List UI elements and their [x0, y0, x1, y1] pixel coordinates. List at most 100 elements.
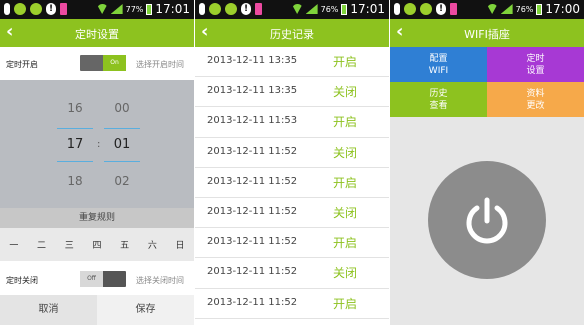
record-state: 开启: [333, 175, 358, 190]
status-time: 17:00: [545, 2, 580, 16]
list-item[interactable]: 2013-12-11 13:35 关闭: [195, 77, 389, 108]
usb-icon: [4, 3, 10, 15]
history-screen: ! 76% 17:01 ‹ 历史记录 2013-12-11 13:35 开启 2…: [195, 0, 389, 325]
hour-option[interactable]: 16: [57, 101, 93, 115]
page-title: 历史记录: [270, 28, 314, 41]
menu-tiles: 配置 WIFI 定时 设置 历史 查看 资料 更改: [390, 47, 584, 117]
day-wednesday[interactable]: 三: [59, 238, 79, 251]
select-on-time-hint[interactable]: 选择开启时间: [136, 59, 184, 70]
cancel-button[interactable]: 取消: [0, 295, 97, 325]
record-state: 开启: [333, 115, 358, 130]
alert-icon: !: [241, 3, 251, 15]
signal-icon: [500, 4, 513, 14]
hour-option[interactable]: 18: [57, 174, 93, 188]
app-icon: [209, 3, 221, 15]
tile-label: 配置: [429, 53, 448, 64]
tile-label: 查看: [429, 100, 448, 111]
list-item[interactable]: 2013-12-11 11:52 开启: [195, 167, 389, 198]
notification-icon: [450, 3, 457, 15]
day-tuesday[interactable]: 二: [32, 238, 52, 251]
status-bar: ! 76% 17:00: [390, 0, 584, 19]
record-datetime: 2013-12-11 11:52: [207, 266, 298, 278]
tile-label: WIFI: [428, 65, 449, 76]
battery-percent: 76%: [320, 4, 339, 14]
record-datetime: 2013-12-11 13:35: [207, 55, 298, 66]
view-history-tile[interactable]: 历史 查看: [390, 82, 487, 117]
page-title: 定时设置: [75, 28, 119, 41]
record-datetime: 2013-12-11 11:53: [207, 115, 298, 127]
list-item[interactable]: 2013-12-11 11:52 关闭: [195, 258, 389, 289]
app-icon: [14, 3, 26, 15]
app-icon: [225, 3, 237, 15]
power-button[interactable]: [428, 161, 546, 279]
list-item[interactable]: 2013-12-11 11:52 关闭: [195, 137, 389, 168]
picker-divider: [104, 161, 140, 162]
timer-off-toggle[interactable]: Off: [80, 271, 126, 287]
wifi-icon: [291, 4, 303, 14]
toggle-knob: On: [103, 55, 126, 71]
picker-divider: [57, 161, 93, 162]
record-datetime: 2013-12-11 11:52: [207, 175, 298, 187]
tile-label: 设置: [526, 65, 545, 76]
title-bar: ‹ 定时设置: [0, 19, 194, 47]
minute-option[interactable]: 02: [104, 174, 140, 188]
battery-icon: [146, 3, 153, 15]
config-wifi-tile[interactable]: 配置 WIFI: [390, 47, 487, 82]
record-state: 关闭: [333, 145, 358, 160]
record-state: 开启: [333, 55, 358, 69]
edit-profile-tile[interactable]: 资料 更改: [487, 82, 584, 117]
signal-icon: [305, 4, 318, 14]
minute-option[interactable]: 00: [104, 101, 140, 115]
record-datetime: 2013-12-11 13:35: [207, 85, 298, 97]
record-state: 关闭: [333, 266, 358, 281]
save-button[interactable]: 保存: [97, 295, 194, 325]
record-datetime: 2013-12-11 11:52: [207, 236, 298, 248]
record-state: 关闭: [333, 85, 358, 100]
day-friday[interactable]: 五: [115, 238, 135, 251]
action-bar: 取消 保存: [0, 295, 194, 325]
tile-label: 历史: [429, 88, 448, 99]
battery-icon: [536, 3, 543, 15]
record-state: 开启: [333, 296, 358, 311]
list-item[interactable]: 2013-12-11 11:53 开启: [195, 107, 389, 138]
wifi-icon: [486, 4, 498, 14]
selected-hour[interactable]: 17: [57, 137, 93, 152]
timer-off-row: 定时关闭 Off 选择关闭时间: [0, 261, 194, 295]
list-item[interactable]: 2013-12-11 11:52 关闭: [195, 197, 389, 229]
record-datetime: 2013-12-11 11:52: [207, 205, 298, 217]
list-item[interactable]: 2013-12-11 11:52 开启: [195, 288, 389, 319]
history-list: 2013-12-11 13:35 开启 2013-12-11 13:35 关闭 …: [195, 47, 389, 319]
repeat-rule-header: 重复规则: [0, 208, 194, 228]
day-thursday[interactable]: 四: [87, 238, 107, 251]
timer-settings-tile[interactable]: 定时 设置: [487, 47, 584, 82]
app-icon: [30, 3, 42, 15]
signal-icon: [110, 4, 123, 14]
day-monday[interactable]: 一: [4, 238, 24, 251]
tile-label: 资料: [526, 88, 545, 99]
time-colon: :: [97, 139, 101, 150]
timer-on-toggle[interactable]: On: [80, 55, 126, 71]
wifi-socket-home-screen: ! 76% 17:00 ‹ WIFI插座 配置 WIFI 定时 设置 历史 查看 资料…: [390, 0, 584, 325]
battery-percent: 76%: [515, 4, 534, 14]
picker-divider: [104, 128, 140, 129]
battery-percent: 77%: [125, 4, 144, 14]
list-item[interactable]: 2013-12-11 13:35 开启: [195, 47, 389, 78]
wifi-icon: [96, 4, 108, 14]
battery-icon: [341, 3, 348, 15]
select-off-time-hint[interactable]: 选择关闭时间: [136, 275, 184, 286]
time-picker[interactable]: 16 00 17 : 01 18 02: [0, 80, 194, 208]
day-sunday[interactable]: 日: [170, 238, 190, 251]
title-bar: ‹ 历史记录: [195, 19, 389, 47]
toggle-knob: Off: [80, 271, 103, 287]
record-state: 关闭: [333, 205, 358, 220]
status-time: 17:01: [350, 2, 385, 16]
day-saturday[interactable]: 六: [142, 238, 162, 251]
title-bar: ‹ WIFI插座: [390, 19, 584, 47]
selected-minute[interactable]: 01: [104, 137, 140, 152]
status-bar: ! 76% 17:01: [195, 0, 389, 19]
power-icon: [466, 197, 508, 244]
record-datetime: 2013-12-11 11:52: [207, 145, 298, 157]
list-item[interactable]: 2013-12-11 11:52 开启: [195, 228, 389, 259]
timer-on-row: 定时开启 On 选择开启时间: [0, 47, 194, 80]
alert-icon: !: [46, 3, 56, 15]
